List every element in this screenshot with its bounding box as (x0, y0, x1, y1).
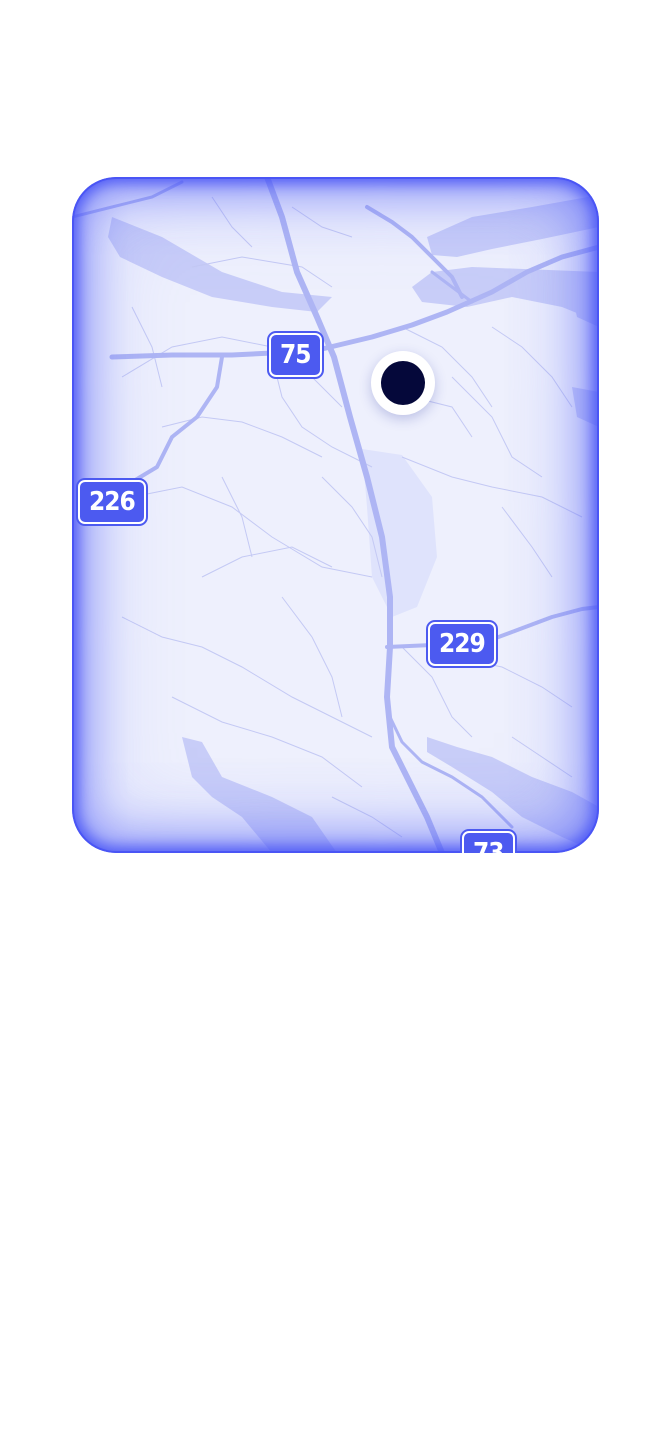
route-shield-label: 75 (280, 340, 312, 370)
location-pin-icon[interactable] (371, 351, 435, 415)
route-shield-label: 73 (473, 838, 505, 853)
route-shield-label: 226 (89, 487, 136, 517)
route-shield-229[interactable]: 229 (428, 622, 496, 666)
route-shield-73[interactable]: 73 (462, 831, 515, 853)
route-shield-75[interactable]: 75 (269, 333, 322, 377)
location-pin-dot (381, 361, 425, 405)
map-view[interactable]: 75 226 229 73 (72, 177, 599, 853)
map-base-layer (72, 177, 599, 853)
route-shield-226[interactable]: 226 (78, 480, 146, 524)
route-shield-label: 229 (439, 629, 486, 659)
